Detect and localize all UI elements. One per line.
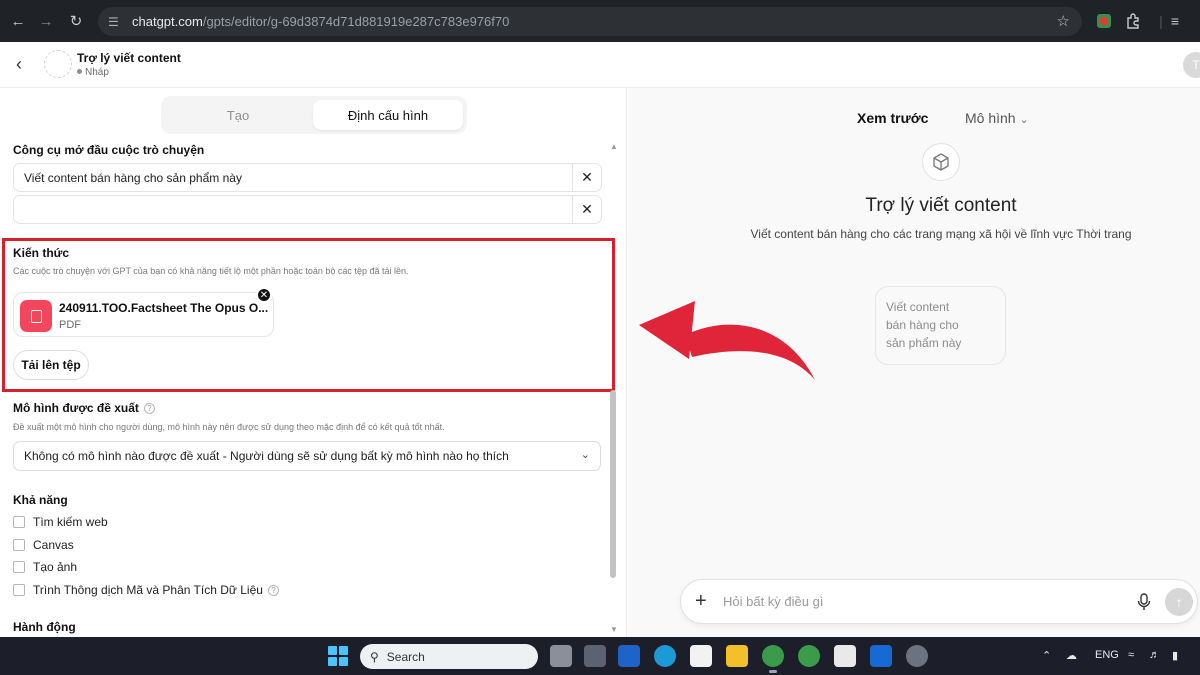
gpt-name: Trợ lý viết content [77,51,181,65]
extensions-puzzle-icon[interactable] [1123,11,1143,31]
preview-panel: Xem trước Mô hình ⌄ Trợ lý viết content … [628,88,1200,637]
recommended-model-text: Mô hình được đề xuất [13,401,139,415]
capcut-icon[interactable] [690,645,712,667]
volume-icon[interactable]: ♬ [1149,649,1160,661]
chevron-down-icon: ⌄ [580,449,590,461]
gpt-status: Nháp [77,67,109,78]
actions-label: Hành động [13,620,76,634]
scroll-up-icon[interactable]: ▲ [610,142,618,151]
help-icon[interactable]: ? [143,403,155,414]
clear-starter-1-icon[interactable]: ✕ [572,164,601,191]
capability-label: Tạo ảnh [33,560,78,574]
capability-web-search[interactable]: Tìm kiếm web [13,514,108,530]
scroll-down-icon[interactable]: ▼ [610,625,618,634]
conversation-starter-input-1[interactable]: Viết content bán hàng cho sản phẩm này ✕ [13,163,602,192]
capability-label: Trình Thông dịch Mã và Phân Tích Dữ Liệu [33,583,263,597]
configure-panel: Tạo Định cấu hình Công cụ mở đầu cuộc tr… [0,88,627,637]
url-host: chatgpt.com [132,14,203,29]
checkbox[interactable] [13,584,25,596]
scrollbar[interactable]: ▲ ▼ [608,140,618,634]
preview-starter-card[interactable]: Viết content bán hàng cho sản phẩm này [875,286,1006,365]
chevron-down-icon: ⌄ [1019,114,1029,126]
outlook-icon[interactable] [618,645,640,667]
cube-icon [922,143,960,181]
windows-start-icon[interactable] [328,646,348,666]
capability-canvas[interactable]: Canvas [13,537,74,553]
forward-arrow-icon[interactable]: → [32,7,60,35]
language-indicator[interactable]: ENG [1095,649,1119,661]
preview-description: Viết content bán hàng cho các trang mạng… [750,227,1132,241]
conversation-starters-label: Công cụ mở đầu cuộc trò chuyện [13,143,205,157]
starter-line: sản phẩm này [886,336,962,350]
capabilities-label: Khả năng [13,493,68,507]
clear-starter-2-icon[interactable]: ✕ [572,196,601,223]
file-explorer-icon[interactable] [726,645,748,667]
edge-icon[interactable] [654,645,676,667]
scrollbar-thumb[interactable] [610,390,616,578]
recommended-model-select[interactable]: Không có mô hình nào được đề xuất - Ngườ… [13,441,601,471]
settings-gear-icon[interactable] [906,645,928,667]
starter-line: Viết content [886,300,950,314]
composer-placeholder[interactable]: Hỏi bất kỳ điều gì [723,594,823,609]
knowledge-highlight-box [2,238,615,392]
url-path: /gpts/editor/g-69d3874d71d881919e287c783… [202,14,510,29]
tab-preview[interactable]: Xem trước [857,110,928,126]
preview-title: Trợ lý viết content [865,195,1017,216]
model-dropdown-label: Mô hình [965,110,1016,126]
taskbar-search[interactable]: ⚲ Search [360,644,538,669]
chevron-up-icon[interactable]: ⌃ [1042,649,1051,662]
model-dropdown[interactable]: Mô hình ⌄ [965,110,1029,126]
active-indicator [769,670,777,673]
search-icon: ⚲ [370,649,379,664]
checkbox[interactable] [13,539,25,551]
microphone-icon[interactable] [1137,593,1151,611]
app-icon[interactable] [870,645,892,667]
chrome-profile-icon[interactable] [798,645,820,667]
battery-icon[interactable]: ▮ [1172,649,1178,662]
task-view-icon[interactable] [550,645,572,667]
app-icon[interactable] [584,645,606,667]
conversation-starter-input-2[interactable]: ✕ [13,195,602,224]
address-bar[interactable]: ☰ chatgpt.com/gpts/editor/g-69d3874d71d8… [98,7,1082,36]
starter-text-1: Viết content bán hàng cho sản phẩm này [24,170,242,185]
tab-configure[interactable]: Định cấu hình [313,100,463,130]
checkbox[interactable] [13,516,25,528]
wifi-icon[interactable]: ≈ [1128,649,1134,661]
back-chevron-icon[interactable]: ‹ [16,54,22,75]
capability-image-gen[interactable]: Tạo ảnh [13,559,77,575]
media-control-icon[interactable]: ≡ [1165,11,1185,31]
capability-code-interpreter[interactable]: Trình Thông dịch Mã và Phân Tích Dữ Liệu… [13,582,279,598]
windows-taskbar: ⚲ Search ⌃ ☁ ENG ≈ ♬ ▮ [0,637,1200,675]
browser-toolbar: ← → ↻ ☰ chatgpt.com/gpts/editor/g-69d387… [0,0,1200,42]
chrome-icon[interactable] [762,645,784,667]
status-label: Nháp [85,67,109,78]
mode-segmented-control: Tạo Định cấu hình [161,96,467,134]
starter-line: bán hàng cho [886,318,959,332]
extension-record-icon[interactable] [1094,11,1114,31]
editor-header: ‹ Trợ lý viết content Nháp T [0,42,1200,88]
user-avatar[interactable]: T [1183,52,1200,78]
checkbox[interactable] [13,561,25,573]
plus-icon[interactable]: + [695,590,707,613]
notification-app-icon[interactable] [834,645,856,667]
tab-create[interactable]: Tạo [165,100,311,130]
recommended-model-description: Đề xuất một mô hình cho người dùng, mô h… [13,422,445,432]
reload-icon[interactable]: ↻ [62,7,90,35]
bookmark-star-icon[interactable]: ☆ [1057,12,1070,30]
site-settings-icon[interactable]: ☰ [108,15,124,29]
message-composer[interactable]: + Hỏi bất kỳ điều gì ↑ [680,579,1198,624]
recommended-model-value: Không có mô hình nào được đề xuất - Ngườ… [24,449,509,463]
capability-label: Canvas [33,538,74,552]
taskbar-search-label: Search [386,649,425,664]
gpt-avatar-placeholder[interactable] [44,50,72,78]
send-arrow-icon[interactable]: ↑ [1165,588,1193,616]
status-dot-icon [77,69,82,74]
onedrive-icon[interactable]: ☁ [1066,649,1077,662]
back-arrow-icon[interactable]: ← [4,7,32,35]
capability-label: Tìm kiếm web [33,515,108,529]
recommended-model-label: Mô hình được đề xuất? [13,401,155,415]
help-icon[interactable]: ? [267,584,279,596]
